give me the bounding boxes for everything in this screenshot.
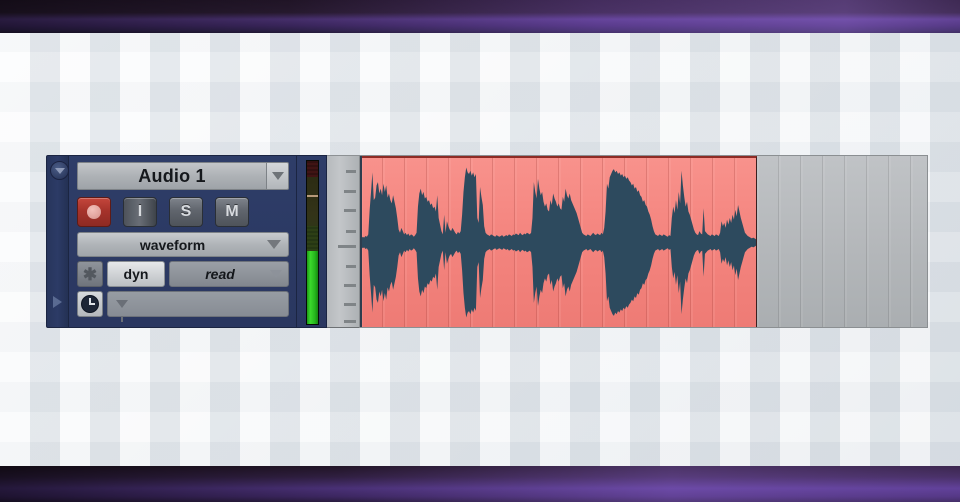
track-timebase-row bbox=[77, 291, 289, 322]
track-view-mode-dropdown[interactable]: waveform bbox=[77, 232, 289, 257]
record-arm-button[interactable] bbox=[77, 197, 111, 227]
mute-button-label: M bbox=[225, 203, 239, 220]
meter-peak-marker bbox=[307, 195, 318, 198]
dyn-button[interactable]: dyn bbox=[107, 261, 165, 287]
funnel-icon bbox=[116, 300, 128, 322]
waveform-display bbox=[360, 167, 756, 318]
input-monitor-button[interactable]: I bbox=[123, 197, 157, 227]
timeline-lane[interactable] bbox=[359, 155, 928, 328]
solo-button-label: S bbox=[180, 203, 192, 220]
track-name-dropdown-button[interactable] bbox=[267, 162, 289, 190]
mute-button[interactable]: M bbox=[215, 197, 249, 227]
solo-button[interactable]: S bbox=[169, 197, 203, 227]
ruler-tick bbox=[344, 284, 356, 288]
ruler-tick bbox=[346, 265, 356, 269]
chevron-down-icon bbox=[267, 240, 281, 249]
chevron-down-icon bbox=[270, 270, 282, 278]
track-collapse-rail[interactable] bbox=[46, 155, 69, 328]
region-start-playhead[interactable] bbox=[360, 156, 362, 327]
record-circle-icon bbox=[87, 205, 101, 219]
track-view-mode-label: waveform bbox=[139, 236, 206, 253]
top-purple-band bbox=[0, 0, 960, 33]
clock-icon bbox=[81, 295, 99, 313]
track-header-panel: Audio 1 I S M waveform ✱ dyn read bbox=[69, 155, 297, 328]
automation-mode-label: read bbox=[205, 266, 235, 282]
collapse-badge-button[interactable] bbox=[50, 161, 69, 180]
meter-red-zone bbox=[307, 161, 318, 178]
track-automation-row: ✱ dyn read bbox=[77, 261, 289, 287]
track-name-field[interactable]: Audio 1 bbox=[77, 162, 267, 190]
ruler-tick bbox=[346, 169, 356, 173]
track-button-row: I S M bbox=[77, 197, 289, 227]
track-controls-tray[interactable] bbox=[107, 291, 289, 322]
ruler-tick bbox=[346, 229, 356, 233]
ruler-tick bbox=[344, 190, 356, 194]
ruler-tick bbox=[344, 303, 356, 307]
asterisk-button[interactable]: ✱ bbox=[77, 261, 103, 287]
meter-green-level bbox=[307, 250, 318, 324]
amplitude-ruler bbox=[327, 155, 359, 328]
automation-mode-dropdown[interactable]: read bbox=[169, 261, 289, 287]
bottom-purple-band bbox=[0, 466, 960, 502]
audio-track-window: Audio 1 I S M waveform ✱ dyn read bbox=[46, 155, 928, 328]
ruler-tick bbox=[344, 209, 356, 212]
track-name-bar: Audio 1 bbox=[77, 162, 289, 190]
meter-olive-zone-lower bbox=[307, 226, 318, 251]
timebase-clock-button[interactable] bbox=[77, 291, 103, 317]
ruler-tick bbox=[338, 244, 356, 248]
track-meter-panel bbox=[297, 155, 327, 328]
triangle-right-icon[interactable] bbox=[53, 296, 62, 308]
ruler-tick bbox=[344, 320, 356, 324]
input-button-label: I bbox=[137, 203, 143, 220]
audio-region-selected[interactable] bbox=[360, 156, 757, 327]
chevron-down-icon bbox=[271, 172, 284, 180]
track-name-label: Audio 1 bbox=[138, 165, 206, 186]
chevron-down-icon bbox=[54, 167, 65, 174]
level-meter bbox=[306, 160, 319, 325]
